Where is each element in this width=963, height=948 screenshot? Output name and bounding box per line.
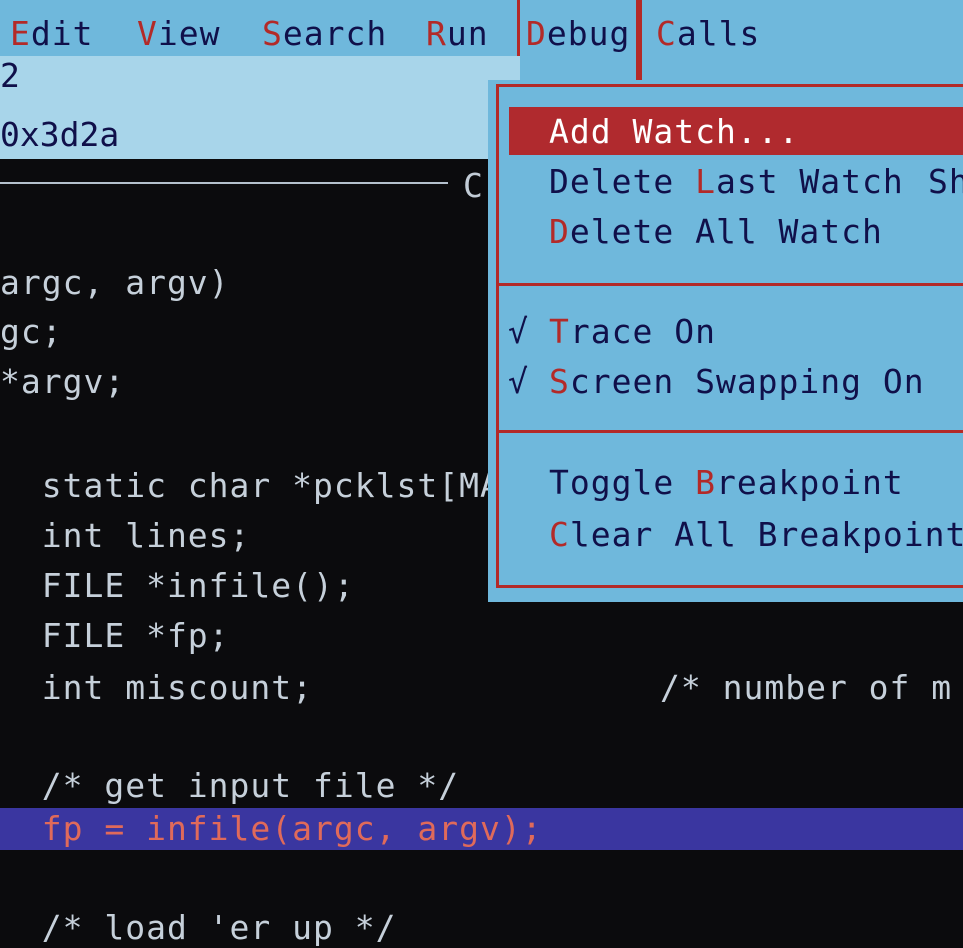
menu-edit[interactable]: Edit bbox=[10, 14, 93, 54]
code-line[interactable]: FILE *fp; bbox=[0, 616, 230, 656]
menu-calls[interactable]: Calls bbox=[656, 14, 760, 54]
menu-item-clear-all-breakpoints[interactable]: Clear All Breakpoints bbox=[549, 515, 963, 555]
menu-view[interactable]: View bbox=[137, 14, 220, 54]
menu-run[interactable]: Run bbox=[426, 14, 489, 54]
code-line[interactable]: argc, argv) bbox=[0, 263, 230, 303]
window-title: C bbox=[463, 166, 483, 205]
code-line[interactable]: FILE *infile(); bbox=[0, 566, 355, 606]
code-line[interactable]: /* load 'er up */ bbox=[0, 908, 397, 948]
code-comment: /* number of m bbox=[660, 668, 953, 707]
window-title-rule bbox=[0, 182, 448, 184]
menu-item-shortcut: Sh bbox=[928, 162, 963, 201]
menu-item-trace-on[interactable]: Trace On bbox=[549, 312, 716, 352]
code-line[interactable]: /* get input file */ bbox=[0, 766, 459, 806]
menu-item-delete-all-watch[interactable]: Delete All Watch bbox=[549, 212, 883, 252]
code-line[interactable]: gc; bbox=[0, 312, 63, 352]
menu-item-add-watch[interactable]: Add Watch... bbox=[549, 112, 799, 152]
menu-separator bbox=[499, 430, 963, 433]
current-execution-line[interactable]: fp = infile(argc, argv); bbox=[0, 809, 543, 849]
code-line[interactable]: int miscount; bbox=[0, 668, 313, 708]
checkmark-icon: √ bbox=[508, 362, 528, 401]
menu-item-delete-last-watch[interactable]: Delete Last Watch bbox=[549, 162, 904, 202]
watch-value: 0x3d2a bbox=[0, 115, 120, 154]
checkmark-icon: √ bbox=[508, 312, 528, 351]
menu-debug[interactable]: Debug bbox=[526, 14, 630, 54]
code-line[interactable]: int lines; bbox=[0, 516, 250, 556]
code-line[interactable]: static char *pcklst[MA bbox=[0, 466, 501, 506]
menu-separator bbox=[499, 283, 963, 286]
code-line[interactable]: *argv; bbox=[0, 362, 125, 402]
menu-search[interactable]: Search bbox=[262, 14, 387, 54]
watch-value: 2 bbox=[0, 56, 20, 95]
menu-divider bbox=[639, 0, 642, 84]
menu-item-screen-swapping-on[interactable]: Screen Swapping On bbox=[549, 362, 925, 402]
menu-item-toggle-breakpoint[interactable]: Toggle Breakpoint bbox=[549, 463, 904, 503]
watch-window[interactable]: 2 0x3d2a bbox=[0, 56, 520, 159]
